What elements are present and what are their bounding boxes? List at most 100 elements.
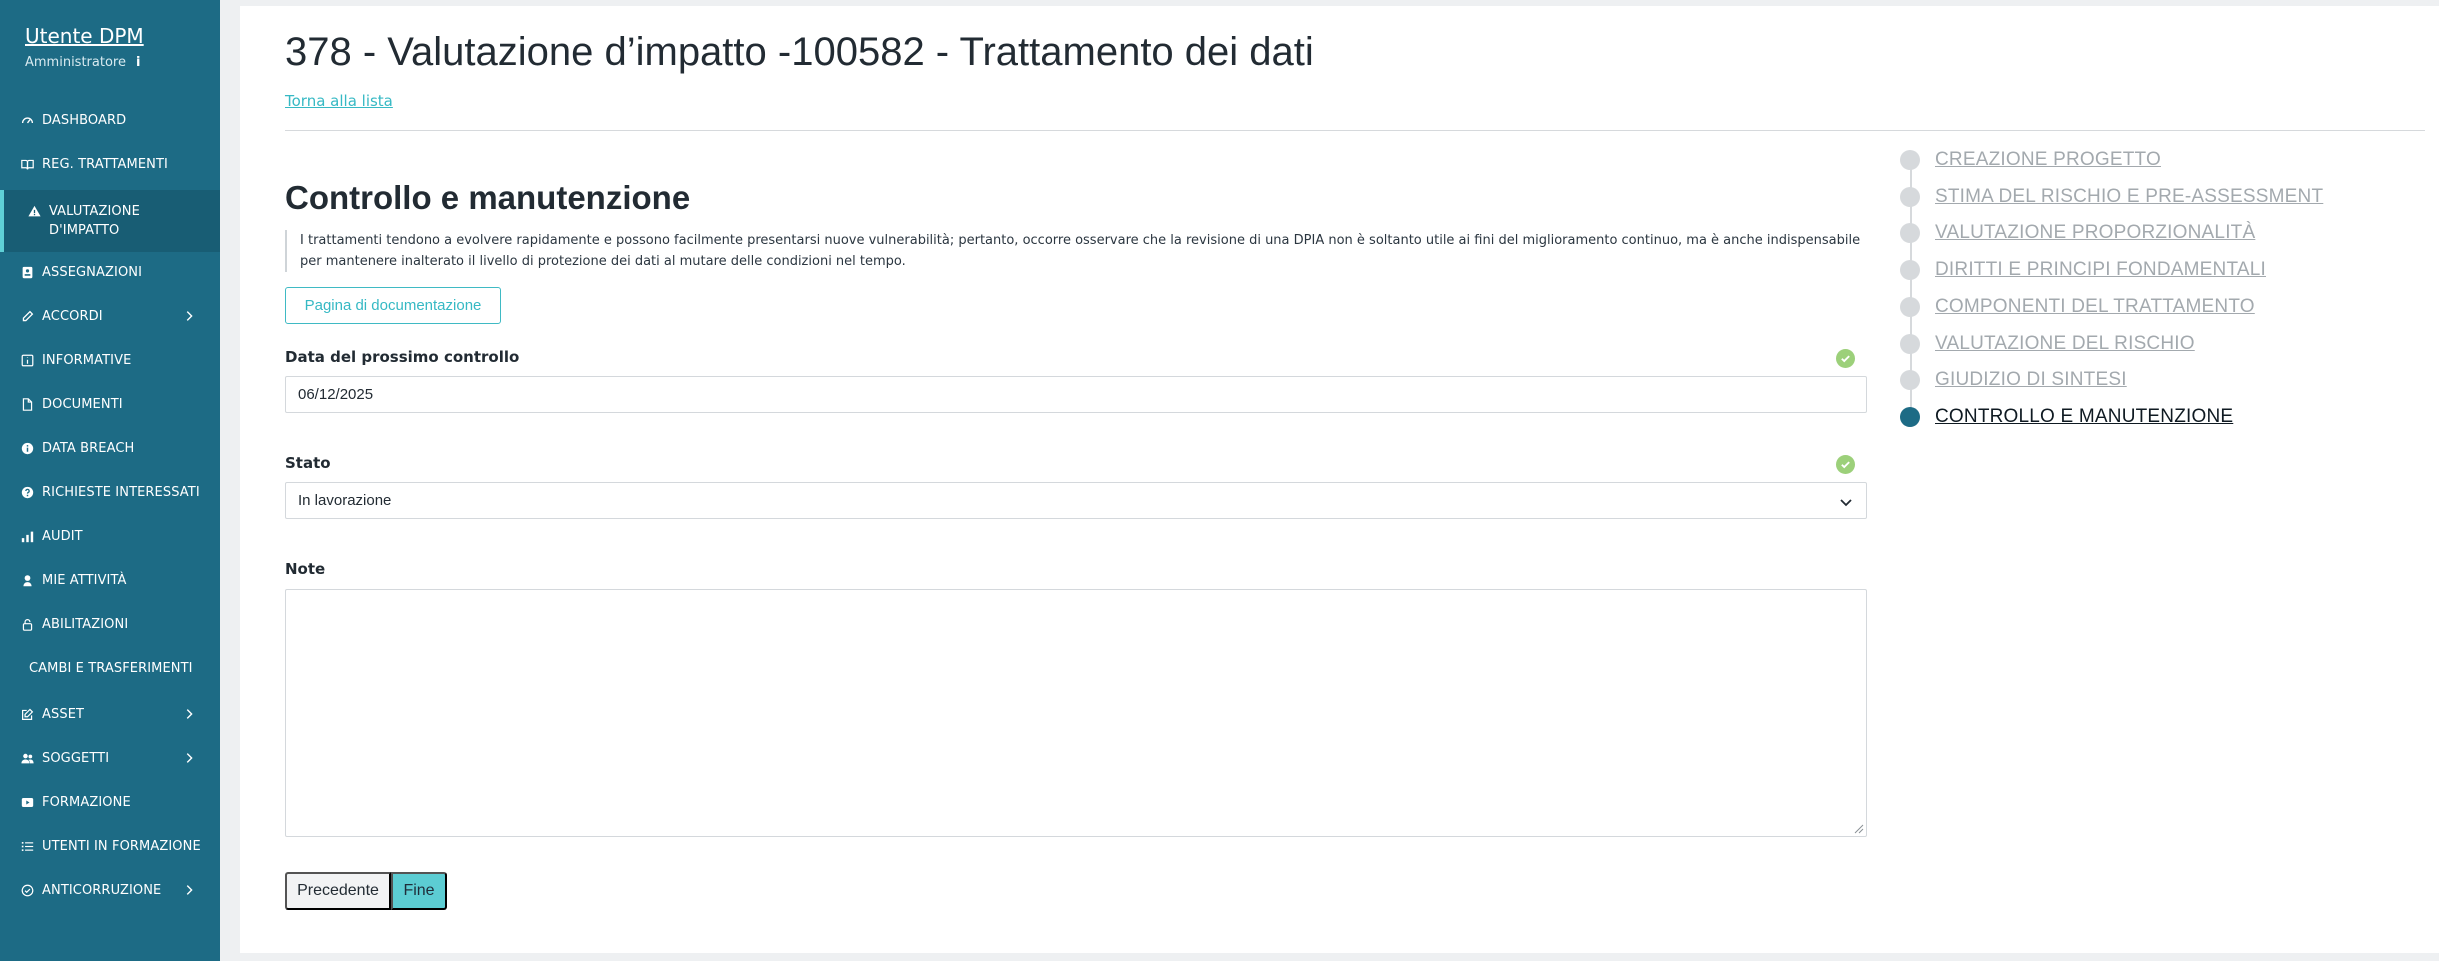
resize-handle-icon[interactable]: [1854, 824, 1864, 834]
user-role: Amministratore i: [25, 55, 144, 71]
chevron-down-icon: [1840, 499, 1852, 507]
sidebar-item-label: UTENTI IN FORMAZIONE: [42, 838, 201, 854]
sidebar-item-accordi[interactable]: ACCORDI: [0, 298, 220, 334]
sidebar-item-label: RICHIESTE INTERESSATI: [42, 484, 200, 500]
step-label: STIMA DEL RISCHIO E PRE-ASSESSMENT: [1935, 186, 2324, 207]
step-componenti-trattamento[interactable]: COMPONENTI DEL TRATTAMENTO: [1900, 295, 2255, 319]
step-dot: [1900, 187, 1920, 207]
step-controllo-manutenzione[interactable]: CONTROLLO E MANUTENZIONE: [1900, 405, 2233, 429]
user-block: Utente DPM Amministratore i: [25, 23, 144, 71]
sidebar-item-cambi-trasferimenti[interactable]: CAMBI E TRASFERIMENTI: [0, 650, 220, 686]
step-label: VALUTAZIONE PROPORZIONALITÀ: [1935, 222, 2256, 243]
sidebar-item-formazione[interactable]: FORMAZIONE: [0, 784, 220, 820]
sidebar-item-label: SOGGETTI: [42, 750, 110, 766]
check-icon: [1836, 349, 1855, 368]
sidebar-item-label: AUDIT: [42, 528, 83, 544]
check-circle-icon: [21, 884, 34, 897]
section-title: Controllo e manutenzione: [285, 179, 691, 216]
file-icon: [21, 397, 34, 411]
sidebar: Utente DPM Amministratore i DASHBOARD RE…: [0, 0, 220, 961]
id-badge-icon: [21, 266, 34, 279]
step-dot: [1900, 334, 1920, 354]
gauge-icon: [21, 114, 34, 127]
step-dot-current: [1900, 407, 1920, 427]
check-icon: [1836, 455, 1855, 474]
step-dot: [1900, 297, 1920, 317]
sidebar-item-utenti-formazione[interactable]: UTENTI IN FORMAZIONE: [0, 828, 220, 864]
status-selected-value: In lavorazione: [298, 492, 392, 509]
documentation-button[interactable]: Pagina di documentazione: [285, 287, 501, 324]
step-label: VALUTAZIONE DEL RISCHIO: [1935, 333, 2195, 354]
step-dot: [1900, 370, 1920, 390]
sidebar-item-label: FORMAZIONE: [42, 794, 131, 810]
sidebar-item-label: DOCUMENTI: [42, 396, 123, 412]
sidebar-item-data-breach[interactable]: DATA BREACH: [0, 430, 220, 466]
sidebar-item-label: CAMBI E TRASFERIMENTI: [29, 660, 193, 676]
notes-label: Note: [285, 560, 326, 578]
sidebar-item-label: ABILITAZIONI: [42, 616, 129, 632]
step-diritti-principi[interactable]: DIRITTI E PRINCIPI FONDAMENTALI: [1900, 258, 2266, 282]
sidebar-item-soggetti[interactable]: SOGGETTI: [0, 740, 220, 776]
step-dot: [1900, 150, 1920, 170]
sidebar-item-richieste-interessati[interactable]: RICHIESTE INTERESSATI: [0, 474, 220, 510]
step-dot: [1900, 260, 1920, 280]
warning-icon: [28, 205, 41, 218]
chevron-right-icon: [186, 885, 193, 895]
sidebar-item-valutazione-impatto[interactable]: VALUTAZIONE D'IMPATTO: [0, 190, 220, 252]
status-label: Stato: [285, 454, 331, 472]
user-name-link[interactable]: Utente DPM: [25, 23, 144, 49]
sidebar-item-asset[interactable]: ASSET: [0, 696, 220, 732]
status-select[interactable]: In lavorazione: [285, 482, 1867, 519]
sidebar-item-label: INFORMATIVE: [42, 352, 132, 368]
pen-icon: [21, 310, 34, 323]
user-role-label: Amministratore: [25, 55, 126, 70]
back-to-list-link[interactable]: Torna alla lista: [285, 92, 393, 110]
step-label: GIUDIZIO DI SINTESI: [1935, 369, 2127, 390]
finish-button[interactable]: Fine: [391, 872, 447, 910]
step-label: CONTROLLO E MANUTENZIONE: [1935, 406, 2234, 427]
previous-button[interactable]: Precedente: [285, 872, 391, 910]
next-check-date-value: 06/12/2025: [298, 386, 374, 403]
notes-textarea[interactable]: [285, 589, 1867, 837]
lock-icon: [21, 618, 34, 631]
sidebar-item-assegnazioni[interactable]: ASSEGNAZIONI: [0, 254, 220, 290]
step-creazione-progetto[interactable]: CREAZIONE PROGETTO: [1900, 148, 2161, 172]
book-icon: [21, 158, 34, 171]
question-circle-icon: [21, 486, 34, 499]
step-dot: [1900, 223, 1920, 243]
sidebar-item-documenti[interactable]: DOCUMENTI: [0, 386, 220, 422]
sidebar-item-informative[interactable]: INFORMATIVE: [0, 342, 220, 378]
users-icon: [21, 752, 34, 765]
divider: [285, 130, 2425, 131]
info-icon[interactable]: i: [136, 55, 140, 71]
list-icon: [21, 840, 34, 853]
sidebar-item-label: ACCORDI: [42, 308, 103, 324]
next-check-label: Data del prossimo controllo: [285, 348, 520, 366]
chevron-right-icon: [186, 709, 193, 719]
edit-icon: [21, 708, 34, 721]
sidebar-item-mie-attivita[interactable]: MIE ATTIVITÀ: [0, 562, 220, 598]
main-card: 378 - Valutazione d’impatto -100582 - Tr…: [240, 6, 2439, 953]
sidebar-item-anticorruzione[interactable]: ANTICORRUZIONE: [0, 872, 220, 908]
step-label: DIRITTI E PRINCIPI FONDAMENTALI: [1935, 259, 2266, 280]
sidebar-item-label: MIE ATTIVITÀ: [42, 572, 127, 588]
sidebar-item-label: DATA BREACH: [42, 440, 135, 456]
sidebar-item-reg-trattamenti[interactable]: REG. TRATTAMENTI: [0, 146, 220, 182]
sidebar-item-label: ASSEGNAZIONI: [42, 264, 143, 280]
step-giudizio-sintesi[interactable]: GIUDIZIO DI SINTESI: [1900, 368, 2127, 392]
sidebar-item-label: VALUTAZIONE D'IMPATTO: [49, 204, 140, 238]
video-icon: [21, 796, 34, 809]
next-check-date-input[interactable]: 06/12/2025: [285, 376, 1867, 413]
chevron-right-icon: [186, 311, 193, 321]
sidebar-item-audit[interactable]: AUDIT: [0, 518, 220, 554]
info-circle-icon: [21, 442, 34, 455]
sidebar-item-dashboard[interactable]: DASHBOARD: [0, 102, 220, 138]
section-description: I trattamenti tendono a evolvere rapidam…: [285, 230, 1865, 272]
sidebar-item-label: REG. TRATTAMENTI: [42, 156, 168, 172]
sidebar-item-label: DASHBOARD: [42, 112, 127, 128]
sidebar-item-abilitazioni[interactable]: ABILITAZIONI: [0, 606, 220, 642]
step-stima-rischio[interactable]: STIMA DEL RISCHIO E PRE-ASSESSMENT: [1900, 185, 2323, 209]
step-valutazione-proporzionalita[interactable]: VALUTAZIONE PROPORZIONALITÀ: [1900, 221, 2255, 245]
step-valutazione-rischio[interactable]: VALUTAZIONE DEL RISCHIO: [1900, 332, 2195, 356]
step-label: COMPONENTI DEL TRATTAMENTO: [1935, 296, 2255, 317]
